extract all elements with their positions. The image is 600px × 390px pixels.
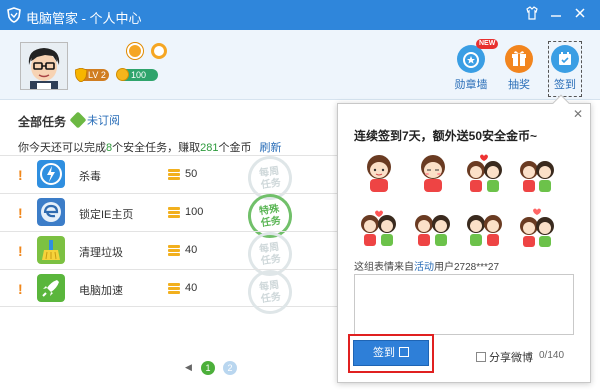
crown-icon: [75, 68, 87, 82]
avatar[interactable]: [20, 42, 68, 90]
alert-icon: !: [18, 167, 23, 183]
sign-in-popup: ✕ 连续签到7天，额外送50安全金币~ 这组表情来自活动用户2728***27 …: [337, 94, 591, 383]
task-name: 杀毒: [79, 171, 101, 183]
title-bar: 电脑管家 - 个人中心: [0, 0, 600, 30]
lottery-label: 抽奖: [508, 79, 530, 91]
alert-icon: !: [18, 205, 23, 221]
table-row[interactable]: ! 清理垃圾 40 每周 任务: [0, 229, 340, 279]
emoticon-girl-icon[interactable]: [356, 150, 402, 196]
char-counter: 0/140: [539, 350, 565, 361]
summary-mid: 个安全任务，赚取: [112, 142, 201, 154]
medal-icon: NEW: [457, 39, 499, 73]
profile-header: LV 2 100 NEW 勋章墙 抽奖 签到: [0, 30, 600, 100]
emoticon-couple-wink-icon[interactable]: [462, 204, 508, 250]
message-textarea[interactable]: [354, 274, 574, 335]
home-badge-icon[interactable]: [127, 43, 143, 59]
gift-icon: [505, 45, 533, 73]
task-name: 电脑加速: [79, 285, 123, 297]
rocket-icon: [37, 274, 65, 302]
emoticon-credit: 这组表情来自活动用户2728***27: [354, 258, 499, 273]
sign-in-button-label: 签到: [373, 347, 395, 359]
lottery-button[interactable]: 抽奖: [499, 45, 539, 92]
skin-icon[interactable]: [524, 6, 540, 22]
emoticon-couple-sad-icon[interactable]: [410, 204, 456, 250]
task-coins: 40: [185, 282, 198, 294]
sign-in-button[interactable]: 签到: [353, 340, 429, 366]
task-coins: 100: [185, 206, 204, 218]
level-badge: LV 2: [75, 68, 109, 82]
page-2-button[interactable]: 2: [223, 361, 237, 375]
credit-prefix: 这组表情来自: [354, 262, 414, 273]
alert-icon: !: [18, 243, 23, 259]
medal-wall-button[interactable]: NEW 勋章墙: [451, 39, 499, 92]
sign-in-tab-focus-outline: [548, 41, 582, 97]
medal-wall-label: 勋章墙: [454, 79, 488, 91]
puzzle-icon: [69, 111, 87, 129]
broom-icon: [37, 236, 65, 264]
unsubscribed-link[interactable]: 未订阅: [69, 111, 120, 129]
edit-icon: [399, 347, 409, 357]
page-1-button[interactable]: 1: [201, 361, 215, 375]
task-coins: 50: [185, 168, 198, 180]
prev-page-icon[interactable]: ◀: [185, 362, 192, 373]
coin-icon: [116, 68, 129, 81]
coin-total: 281: [200, 142, 219, 154]
task-name: 清理垃圾: [79, 247, 123, 259]
window-title: 电脑管家 - 个人中心: [26, 11, 142, 26]
ie-lock-icon: [37, 198, 65, 226]
emoticon-couple-kiss-icon[interactable]: [462, 150, 508, 196]
close-icon[interactable]: ✕: [573, 107, 583, 121]
checkbox-box[interactable]: [476, 352, 486, 362]
share-weibo-label: 分享微博: [489, 352, 533, 364]
emoticon-couple-heart-icon[interactable]: [356, 204, 402, 250]
user-badge-icon[interactable]: [151, 43, 167, 59]
share-weibo-checkbox[interactable]: 分享微博: [476, 349, 533, 365]
credit-user: 用户2728***27: [434, 262, 500, 273]
coin-stack-icon: [168, 207, 180, 218]
task-coins: 40: [185, 244, 198, 256]
table-row[interactable]: ! 电脑加速 40 每周 任务: [0, 267, 340, 317]
popup-title: 连续签到7天，额外送50安全金币~: [354, 129, 538, 143]
unsubscribed-label: 未订阅: [87, 115, 120, 127]
close-icon[interactable]: [572, 6, 588, 22]
new-badge: NEW: [476, 39, 499, 49]
table-row[interactable]: ! 锁定IE主页 100 特殊 任务: [0, 191, 340, 241]
coin-stack-icon: [168, 283, 180, 294]
refresh-link[interactable]: 刷新: [259, 142, 281, 154]
task-summary: 你今天还可以完成8个安全任务，赚取281个金币 刷新: [18, 139, 281, 155]
tasks-heading: 全部任务: [18, 115, 67, 129]
minimize-icon[interactable]: [548, 6, 564, 22]
shield-lightning-icon: [37, 160, 65, 188]
coin-balance-text: 100: [131, 70, 147, 80]
weekly-task-stamp: 每周 任务: [245, 267, 295, 317]
level-text: LV 2: [88, 70, 106, 80]
emoticon-couple-hug-icon[interactable]: [514, 150, 560, 196]
alert-icon: !: [18, 281, 23, 297]
coin-stack-icon: [168, 245, 180, 256]
table-row[interactable]: ! 杀毒 50 每周 任务: [0, 153, 340, 203]
summary-prefix: 你今天还可以完成: [18, 142, 106, 154]
shield-logo-icon: [7, 7, 21, 23]
task-name: 锁定IE主页: [79, 209, 134, 221]
summary-suffix: 个金币: [218, 142, 252, 154]
coin-balance: 100: [116, 68, 158, 81]
emoticon-couple-love-icon[interactable]: [514, 204, 560, 250]
activity-link[interactable]: 活动: [414, 262, 434, 273]
coin-stack-icon: [168, 169, 180, 180]
emoticon-girl-shy-icon[interactable]: [410, 150, 456, 196]
